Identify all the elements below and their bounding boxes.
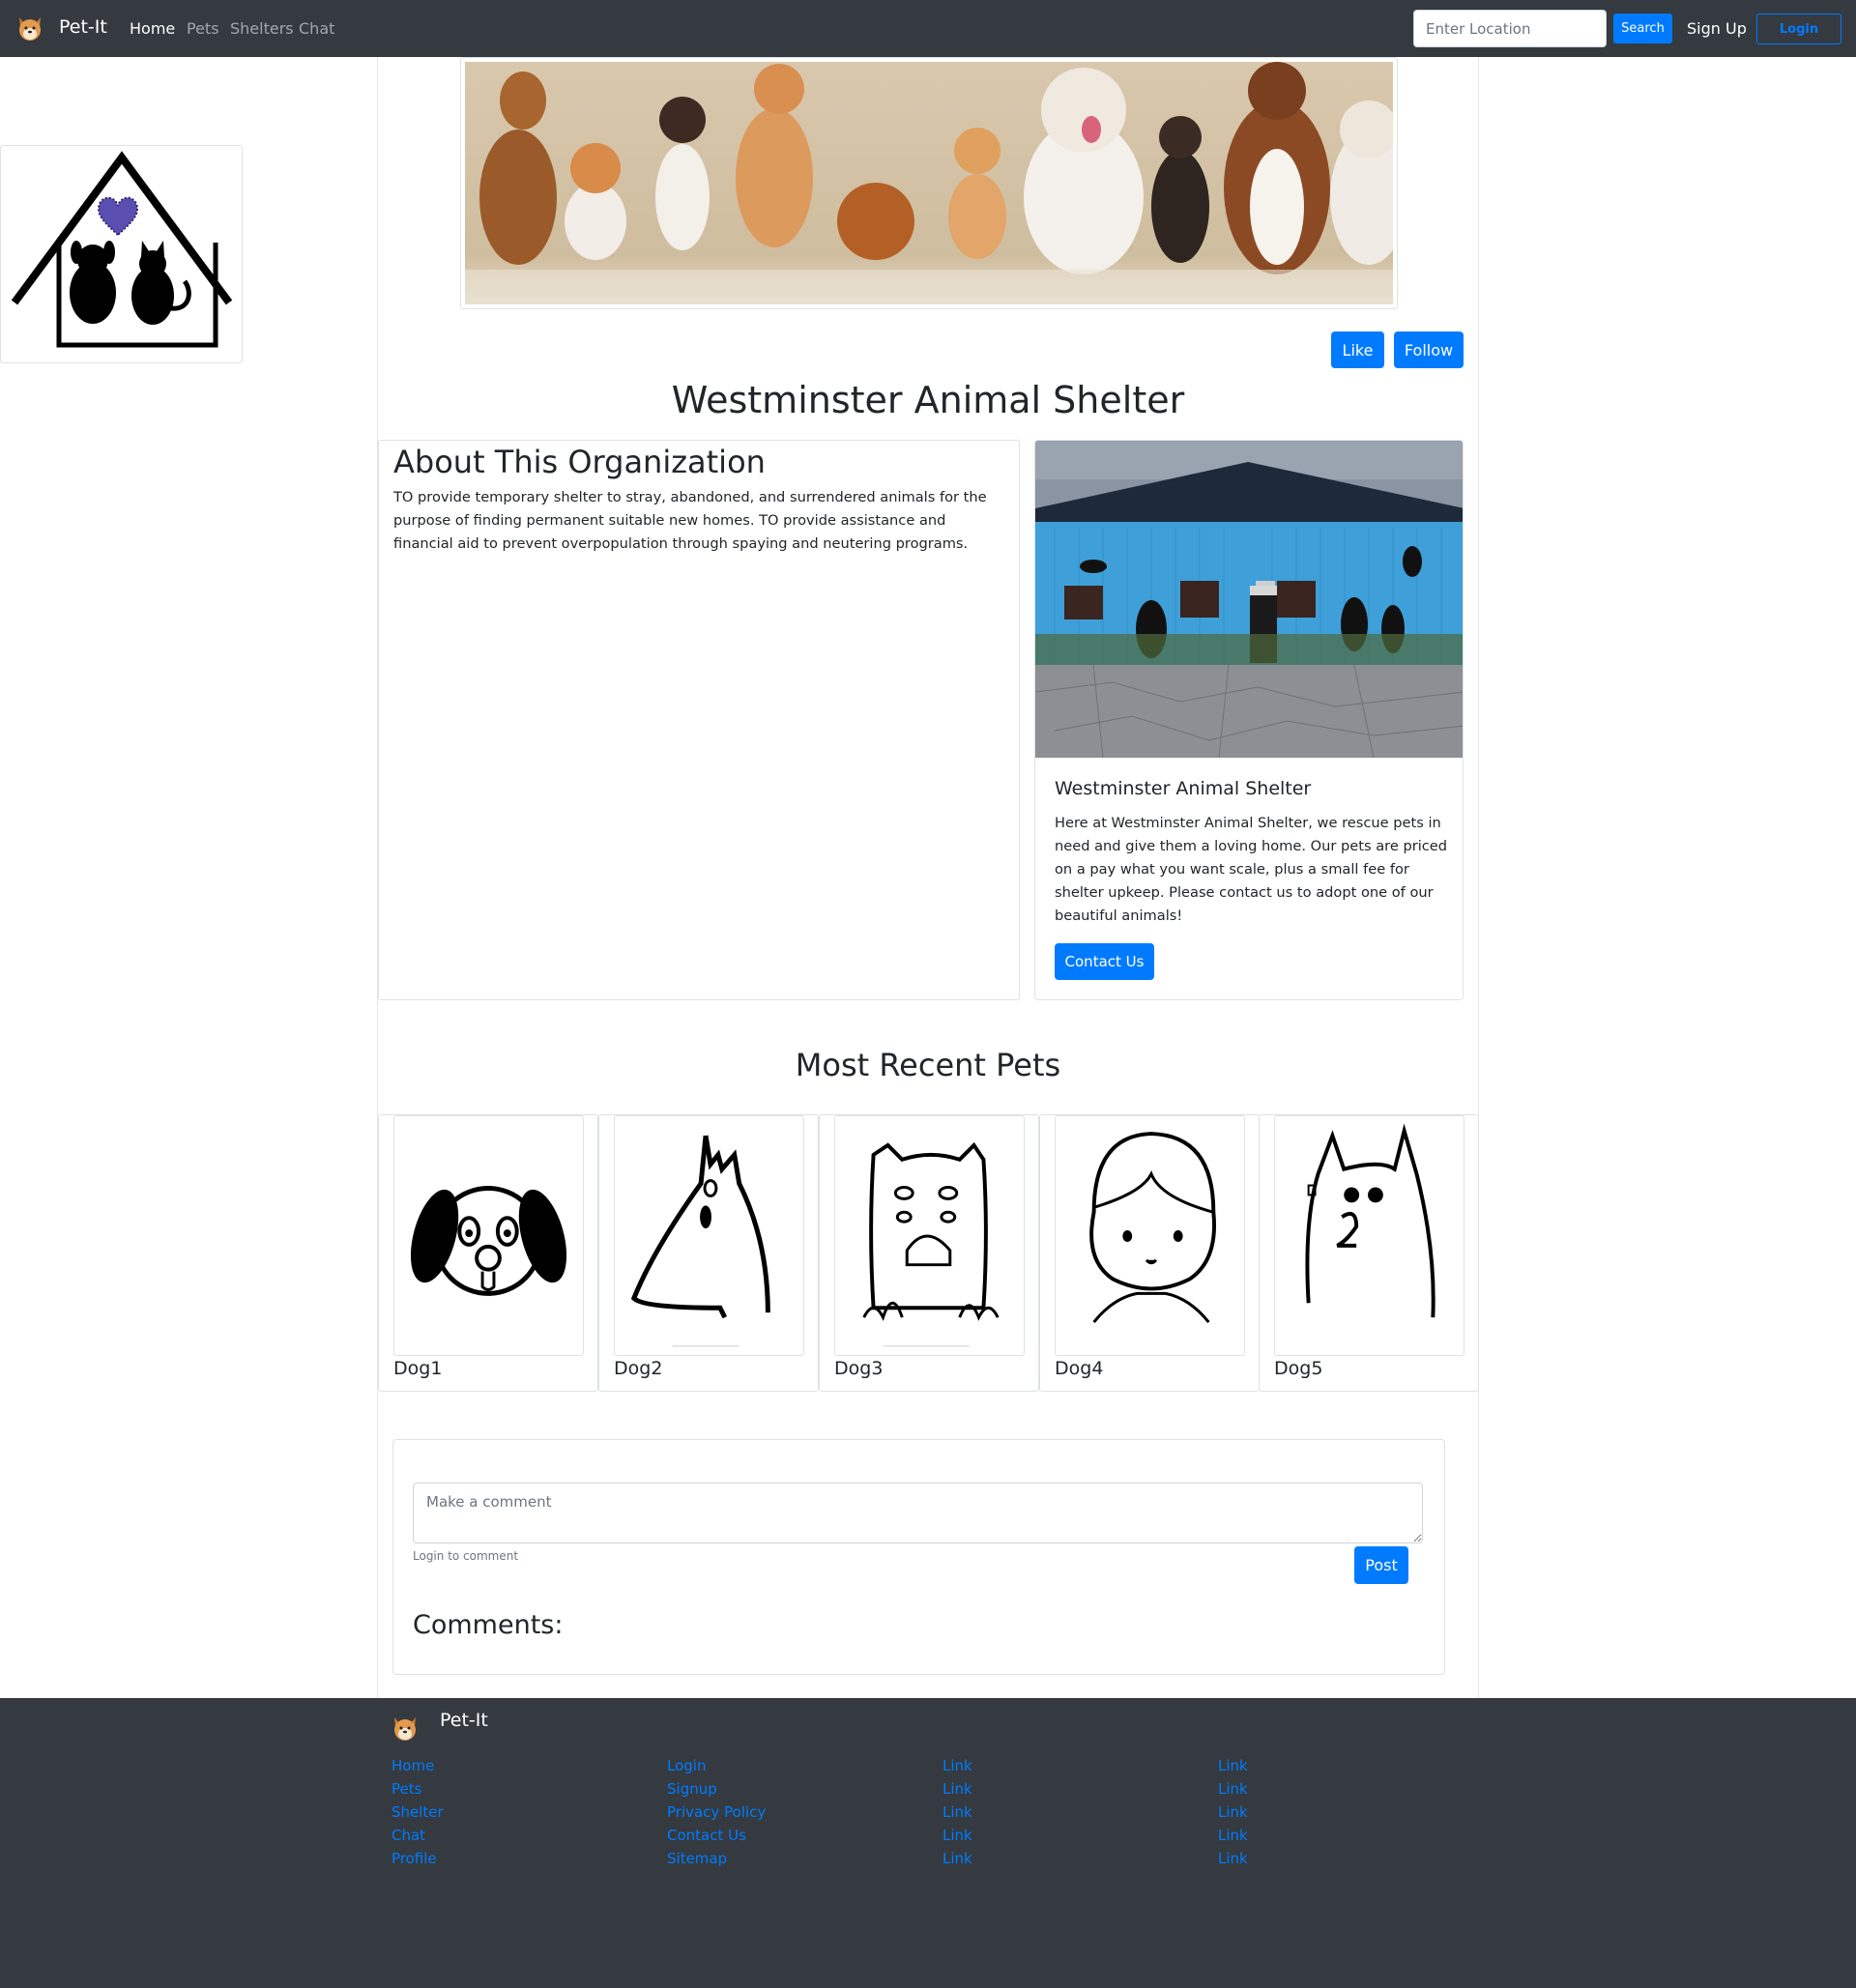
footer-column: Home Pets Shelter Chat Profile (392, 1754, 444, 1870)
footer-link[interactable]: Link (1218, 1777, 1248, 1801)
footer-link[interactable]: Link (942, 1754, 972, 1777)
footer: Pet-It Home Pets Shelter Chat Profile Lo… (0, 1698, 1856, 1988)
shiba-logo-icon[interactable] (391, 1714, 420, 1743)
footer-brand[interactable]: Pet-It (440, 1710, 488, 1731)
search-button[interactable]: Search (1613, 14, 1672, 43)
footer-column: Link Link Link Link Link (1218, 1754, 1248, 1870)
follow-button[interactable]: Follow (1394, 331, 1464, 368)
footer-link-signup[interactable]: Signup (667, 1777, 766, 1801)
about-card: About This Organization TO provide tempo… (378, 440, 1020, 1000)
pet-card[interactable]: Dog1 (378, 1114, 598, 1392)
pet-name[interactable]: Dog5 (1274, 1358, 1322, 1379)
footer-link[interactable]: Link (1218, 1754, 1248, 1777)
footer-link-chat[interactable]: Chat (392, 1824, 444, 1847)
footer-link-shelter[interactable]: Shelter (392, 1801, 444, 1824)
pet-card[interactable]: Dog3 (819, 1114, 1039, 1392)
pet-name[interactable]: Dog1 (393, 1358, 442, 1379)
login-button[interactable]: Login (1756, 14, 1842, 44)
footer-link-profile[interactable]: Profile (392, 1847, 444, 1870)
nav-shelters[interactable]: Shelters (230, 19, 294, 38)
pet-image[interactable] (1055, 1115, 1245, 1356)
footer-link[interactable]: Link (942, 1801, 972, 1824)
footer-link-login[interactable]: Login (667, 1754, 766, 1777)
pet-card[interactable]: Dog4 (1039, 1114, 1260, 1392)
shelter-house-logo (0, 145, 243, 363)
like-button[interactable]: Like (1331, 331, 1384, 368)
org-card-text: Here at Westminster Animal Shelter, we r… (1055, 815, 1448, 924)
page-title: Westminster Animal Shelter (671, 379, 1185, 421)
signup-link[interactable]: Sign Up (1687, 19, 1747, 38)
footer-column: Login Signup Privacy Policy Contact Us S… (667, 1754, 766, 1870)
pet-image[interactable] (614, 1115, 804, 1356)
login-hint: Login to comment (413, 1549, 519, 1563)
comments-heading: Comments: (413, 1610, 564, 1640)
footer-link[interactable]: Link (1218, 1824, 1248, 1847)
pet-image[interactable] (393, 1115, 584, 1356)
pet-image[interactable] (834, 1115, 1025, 1356)
recent-pets-heading: Most Recent Pets (795, 1047, 1061, 1083)
org-card: Westminster Animal Shelter Here at Westm… (1034, 440, 1464, 1000)
shiba-logo-icon[interactable] (15, 14, 44, 43)
footer-link[interactable]: Link (1218, 1847, 1248, 1870)
footer-link-sitemap[interactable]: Sitemap (667, 1847, 766, 1870)
pet-card[interactable]: Dog2 (598, 1114, 819, 1392)
navbar: Pet-It Home Pets Shelters Chat Search Si… (0, 0, 1856, 57)
location-input[interactable] (1413, 10, 1607, 47)
pet-name[interactable]: Dog3 (834, 1358, 883, 1379)
pet-card[interactable]: Dog5 (1259, 1114, 1479, 1392)
org-card-title: Westminster Animal Shelter (1055, 778, 1312, 799)
footer-link[interactable]: Link (942, 1824, 972, 1847)
pet-name[interactable]: Dog2 (614, 1358, 662, 1379)
about-heading: About This Organization (393, 444, 766, 480)
nav-pets[interactable]: Pets (187, 19, 219, 38)
nav-home[interactable]: Home (130, 19, 175, 38)
nav-chat[interactable]: Chat (299, 19, 334, 38)
footer-column: Link Link Link Link Link (942, 1754, 972, 1870)
banner-image (460, 57, 1398, 309)
pet-name[interactable]: Dog4 (1055, 1358, 1103, 1379)
about-text: TO provide temporary shelter to stray, a… (393, 489, 987, 552)
footer-link-home[interactable]: Home (392, 1754, 444, 1777)
footer-link[interactable]: Link (942, 1847, 972, 1870)
brand-name[interactable]: Pet-It (59, 16, 107, 38)
pet-image[interactable] (1274, 1115, 1464, 1356)
contact-us-button[interactable]: Contact Us (1055, 943, 1154, 980)
comment-input[interactable] (413, 1483, 1423, 1543)
footer-link-pets[interactable]: Pets (392, 1777, 444, 1801)
shelter-building-image (1035, 441, 1463, 759)
footer-link-privacy[interactable]: Privacy Policy (667, 1801, 766, 1824)
footer-link[interactable]: Link (1218, 1801, 1248, 1824)
comment-card: Login to comment Post Comments: (392, 1439, 1445, 1675)
footer-link-contact[interactable]: Contact Us (667, 1824, 766, 1847)
footer-link[interactable]: Link (942, 1777, 972, 1801)
post-button[interactable]: Post (1354, 1546, 1408, 1584)
